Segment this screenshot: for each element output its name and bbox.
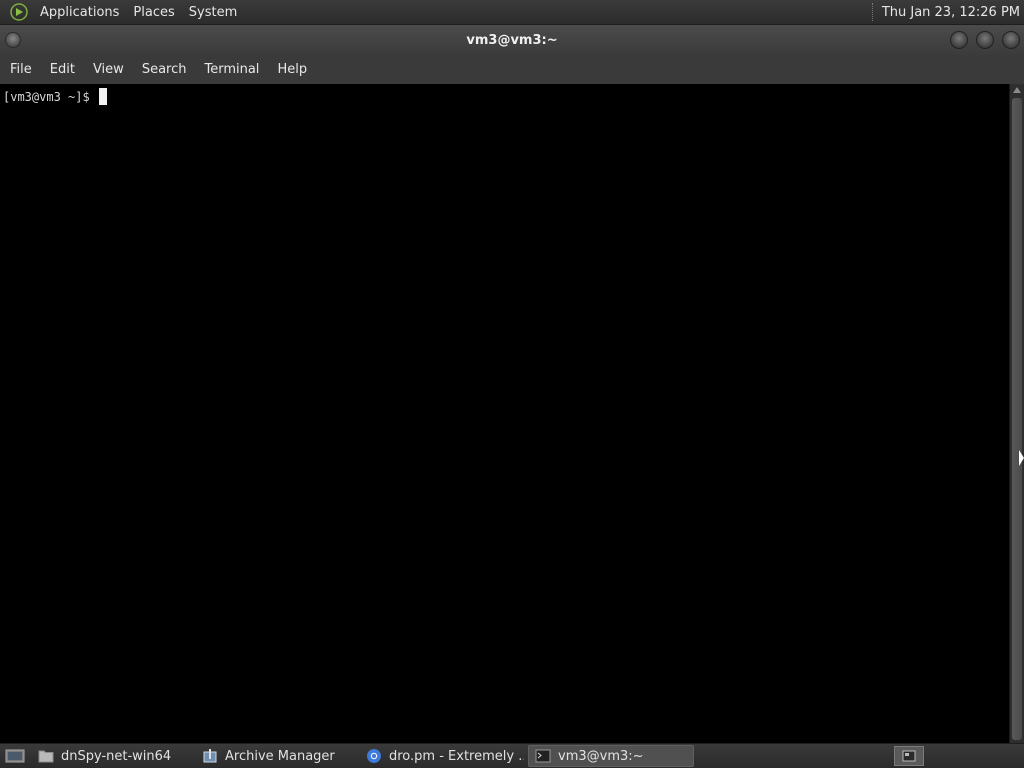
archive-manager-icon	[202, 748, 218, 764]
menubar: File Edit View Search Terminal Help	[0, 55, 1024, 84]
show-desktop-icon[interactable]	[2, 745, 28, 767]
menu-search[interactable]: Search	[135, 62, 194, 77]
chrome-icon	[366, 748, 382, 764]
task-archive-manager[interactable]: Archive Manager	[196, 745, 356, 767]
task-terminal[interactable]: vm3@vm3:~	[528, 745, 694, 767]
text-cursor	[98, 88, 107, 105]
maximize-button[interactable]	[976, 31, 994, 49]
applications-menu[interactable]: Applications	[33, 5, 126, 20]
places-menu[interactable]: Places	[126, 5, 181, 20]
scroll-up-icon[interactable]	[1013, 87, 1021, 93]
window-title: vm3@vm3:~	[466, 32, 558, 48]
top-panel: Applications Places System Thu Jan 23, 1…	[0, 0, 1024, 25]
window-titlebar[interactable]: vm3@vm3:~	[0, 25, 1024, 55]
task-dnspy[interactable]: dnSpy-net-win64	[32, 745, 192, 767]
mate-logo-icon[interactable]	[9, 2, 29, 22]
menu-file[interactable]: File	[3, 62, 39, 77]
clock[interactable]: Thu Jan 23, 12:26 PM	[882, 5, 1024, 20]
system-menu[interactable]: System	[182, 5, 244, 20]
shell-prompt: [vm3@vm3 ~]$	[3, 89, 97, 104]
menu-terminal[interactable]: Terminal	[197, 62, 266, 77]
task-label: Archive Manager	[225, 748, 335, 764]
scrollbar-thumb[interactable]	[1012, 98, 1022, 740]
menu-view[interactable]: View	[86, 62, 131, 77]
minimize-button[interactable]	[950, 31, 968, 49]
folder-icon	[38, 748, 54, 764]
task-browser[interactable]: dro.pm - Extremely ...	[360, 745, 524, 767]
window-menu-icon[interactable]	[5, 32, 21, 48]
terminal-icon	[535, 748, 551, 764]
workspace-switcher[interactable]	[894, 746, 924, 766]
task-label: vm3@vm3:~	[558, 748, 644, 764]
terminal-area[interactable]: [vm3@vm3 ~]$	[0, 84, 1009, 743]
taskbar: dnSpy-net-win64 Archive Manager dro.pm -…	[0, 743, 1024, 768]
terminal-scrollbar[interactable]	[1009, 84, 1024, 743]
menu-help[interactable]: Help	[270, 62, 314, 77]
panel-separator	[871, 3, 874, 21]
prompt-line: [vm3@vm3 ~]$	[3, 88, 1006, 105]
menu-edit[interactable]: Edit	[43, 62, 82, 77]
task-label: dro.pm - Extremely ...	[389, 748, 524, 764]
close-button[interactable]	[1002, 31, 1020, 49]
mouse-pointer-icon	[1019, 450, 1024, 466]
task-label: dnSpy-net-win64	[61, 748, 172, 764]
